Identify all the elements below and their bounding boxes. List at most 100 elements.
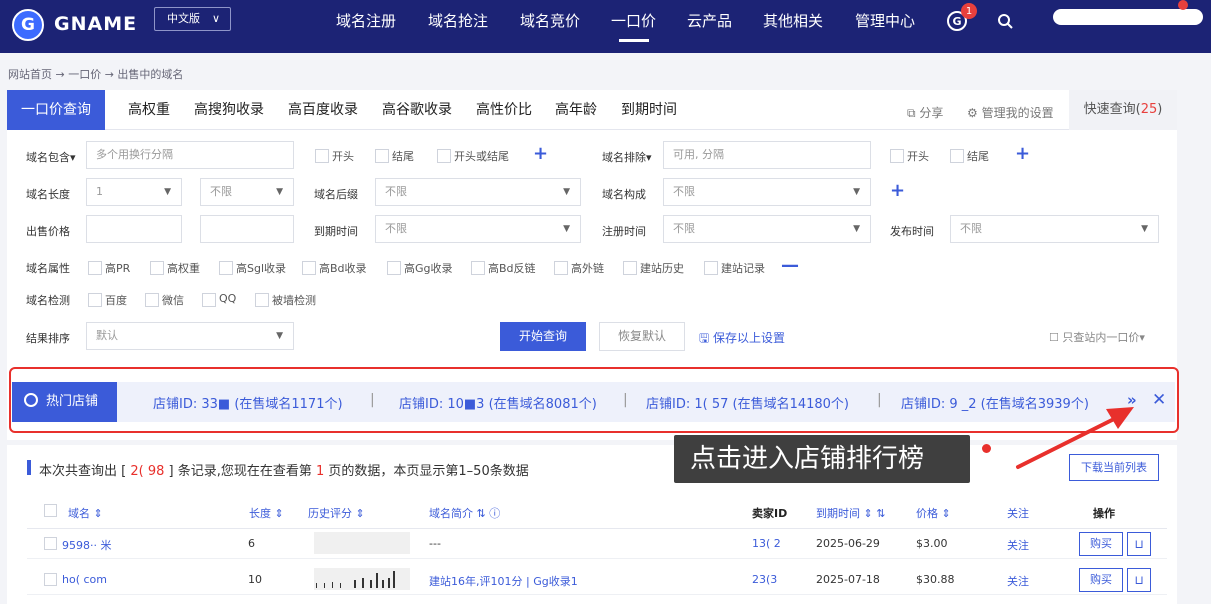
domain-exclude-input[interactable]: 可用, 分隔 <box>663 141 871 169</box>
detect-qq-checkbox[interactable]: QQ <box>202 292 236 307</box>
col-length[interactable]: 长度 ⇕ <box>249 505 284 521</box>
row-checkbox[interactable] <box>44 537 57 550</box>
seller-id-link[interactable]: 13( 2 <box>752 537 781 550</box>
gname-logo-icon[interactable]: G <box>12 9 44 41</box>
user-account[interactable] <box>1053 9 1203 25</box>
tab-fixed-price-query[interactable]: 一口价查询 <box>7 90 105 130</box>
select-all-checkbox[interactable] <box>44 504 57 517</box>
buy-button[interactable]: 购买 <box>1079 568 1123 592</box>
nav-domain-auction[interactable]: 域名竞价 <box>520 10 580 31</box>
start-search-button[interactable]: 开始查询 <box>500 322 586 351</box>
col-history-score[interactable]: 历史评分 ⇕ <box>308 505 365 521</box>
contains-start-or-end-checkbox[interactable]: 开头或结尾 <box>437 148 509 164</box>
price-max-input[interactable] <box>200 215 294 243</box>
sort-select[interactable]: 默认 ▼ <box>86 322 294 350</box>
language-select[interactable]: 中文版 ∨ <box>154 7 231 31</box>
sale-price-label: 出售价格 <box>26 225 70 238</box>
expire-time-label: 到期时间 <box>314 225 358 238</box>
exclude-end-checkbox[interactable]: 结尾 <box>950 148 989 164</box>
add-compose-icon[interactable]: + <box>890 182 905 200</box>
quick-query-button[interactable]: 快速查询(25) <box>1069 90 1177 130</box>
dropdown-caret-icon: ▼ <box>276 331 283 341</box>
add-contains-icon[interactable]: + <box>533 145 548 163</box>
domain-suffix-select[interactable]: 不限 ▼ <box>375 178 581 206</box>
attr-high-pr-checkbox[interactable]: 高PR <box>88 260 130 276</box>
contains-start-checkbox[interactable]: 开头 <box>315 148 354 164</box>
collapse-attrs-icon[interactable]: — <box>781 257 799 275</box>
domain-contains-select[interactable]: 域名包含▾ <box>26 149 76 165</box>
summary-prefix: 本次共查询出 [ <box>39 464 131 479</box>
tab-high-google[interactable]: 高谷歌收录 <box>382 90 452 130</box>
col-price[interactable]: 价格 ⇕ <box>916 505 951 521</box>
add-exclude-icon[interactable]: + <box>1015 145 1030 163</box>
nav-management-center[interactable]: 管理中心 <box>855 10 915 31</box>
tab-high-baidu[interactable]: 高百度收录 <box>288 90 358 130</box>
domain-compose-select[interactable]: 不限 ▼ <box>663 178 871 206</box>
row-checkbox[interactable] <box>44 573 57 586</box>
detect-baidu-checkbox[interactable]: 百度 <box>88 292 127 308</box>
domain-suffix-value: 不限 <box>385 185 407 198</box>
col-intro[interactable]: 域名简介 ⇅ ⓘ <box>429 505 500 521</box>
follow-link[interactable]: 关注 <box>1007 573 1029 589</box>
only-site-checkbox[interactable]: ☐ 只查站内一口价▾ <box>1049 329 1145 345</box>
share-button[interactable]: ⧉ 分享 <box>907 104 943 121</box>
tab-high-weight[interactable]: 高权重 <box>128 90 170 130</box>
detect-wechat-checkbox[interactable]: 微信 <box>145 292 184 308</box>
detect-blocked-checkbox[interactable]: 被墙检测 <box>255 292 316 308</box>
history-score-chart <box>314 532 410 554</box>
nav-cloud-products[interactable]: 云产品 <box>687 10 732 31</box>
follow-link[interactable]: 关注 <box>1007 537 1029 553</box>
attr-high-bd-checkbox[interactable]: 高Bd收录 <box>302 260 367 276</box>
tooltip-dot <box>982 444 991 453</box>
search-icon[interactable] <box>997 13 1013 29</box>
attr-high-outlink-checkbox[interactable]: 高外链 <box>554 260 604 276</box>
dropdown-caret-icon: ▼ <box>853 187 860 197</box>
breadcrumb[interactable]: 网站首页 → 一口价 → 出售中的域名 <box>8 66 183 82</box>
attr-high-weight-checkbox[interactable]: 高权重 <box>150 260 200 276</box>
domain-length-label: 域名长度 <box>26 188 70 201</box>
buy-button[interactable]: 购买 <box>1079 532 1123 556</box>
nav-fixed-price[interactable]: 一口价 <box>611 10 656 31</box>
manage-settings-button[interactable]: ⚙ 管理我的设置 <box>967 104 1054 121</box>
contains-end-checkbox[interactable]: 结尾 <box>375 148 414 164</box>
exclude-start-checkbox[interactable]: 开头 <box>890 148 929 164</box>
attr-high-sgl-checkbox[interactable]: 高Sgl收录 <box>219 260 286 276</box>
publish-time-select[interactable]: 不限 ▼ <box>950 215 1159 243</box>
domain-contains-input[interactable]: 多个用换行分隔 <box>86 141 294 169</box>
domain-exclude-select[interactable]: 域名排除▾ <box>602 149 652 165</box>
nav-domain-snatch[interactable]: 域名抢注 <box>428 10 488 31</box>
tab-high-value[interactable]: 高性价比 <box>476 90 532 130</box>
query-tabs: 一口价查询 高权重 高搜狗收录 高百度收录 高谷歌收录 高性价比 高年龄 到期时… <box>7 90 1177 130</box>
table-row: ho( com 10 建站16年,评101分 | Gg收录1 23(3 2025… <box>27 565 1167 595</box>
save-settings-link[interactable]: 🖫 保存以上设置 <box>699 329 785 350</box>
length-min-select[interactable]: 1 ▼ <box>86 178 182 206</box>
annotation-arrow-icon <box>1016 407 1134 469</box>
nav-domain-register[interactable]: 域名注册 <box>336 10 396 31</box>
nav-others[interactable]: 其他相关 <box>763 10 823 31</box>
brand-name[interactable]: GNAME <box>54 13 137 35</box>
cart-icon[interactable]: ⊔ <box>1127 532 1151 556</box>
share-label: 分享 <box>919 106 944 120</box>
reset-default-button[interactable]: 恢复默认 <box>599 322 685 351</box>
tab-expire-time[interactable]: 到期时间 <box>621 90 677 130</box>
expire-date: 2025-06-29 <box>816 537 880 550</box>
expire-time-select[interactable]: 不限 ▼ <box>375 215 581 243</box>
seller-id-link[interactable]: 23(3 <box>752 573 777 586</box>
domain-link[interactable]: 9598·· 米 <box>62 537 111 553</box>
domain-link[interactable]: ho( com <box>62 573 107 586</box>
attr-high-gg-checkbox[interactable]: 高Gg收录 <box>387 260 453 276</box>
price-min-input[interactable] <box>86 215 182 243</box>
attr-site-record-checkbox[interactable]: 建站记录 <box>704 260 765 276</box>
length-max-select[interactable]: 不限 ▼ <box>200 178 294 206</box>
col-domain[interactable]: 域名 ⇕ <box>68 505 103 521</box>
tab-high-sogou[interactable]: 高搜狗收录 <box>194 90 264 130</box>
history-score-chart <box>314 568 410 590</box>
result-summary: 本次共查询出 [ 2( 98 ] 条记录,您现在在查看第 1 页的数据，本页显示… <box>39 460 529 479</box>
shop-ranking-tooltip: 点击进入店铺排行榜 <box>674 435 970 483</box>
attr-high-bd-backlink-checkbox[interactable]: 高Bd反链 <box>471 260 536 276</box>
tab-high-age[interactable]: 高年龄 <box>555 90 597 130</box>
col-expire[interactable]: 到期时间 ⇕ ⇅ <box>816 505 885 521</box>
register-time-select[interactable]: 不限 ▼ <box>663 215 871 243</box>
attr-site-history-checkbox[interactable]: 建站历史 <box>623 260 684 276</box>
cart-icon[interactable]: ⊔ <box>1127 568 1151 592</box>
